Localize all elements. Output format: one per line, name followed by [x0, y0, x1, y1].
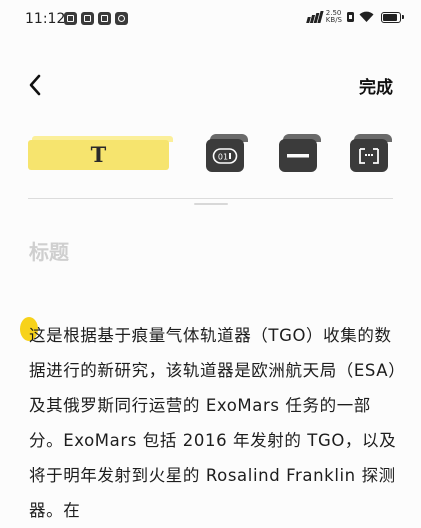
numbered-list-label: 01 — [218, 152, 228, 161]
video-app-icon — [115, 12, 128, 25]
formatting-toolbar: T 01 — [0, 130, 421, 180]
battery-level-fill — [383, 13, 397, 21]
net-speed-indicator: 2.50 KB/S — [326, 10, 342, 24]
signal-strength-icon — [305, 11, 324, 23]
editor-header: 完成 — [0, 64, 421, 108]
body-text-area[interactable]: 这是根据基于痕量气体轨道器（TGO）收集的数据进行的新研究，该轨道器是欧洲航天局… — [29, 318, 399, 528]
alarm-icon — [347, 12, 354, 22]
quote-block-icon — [359, 147, 379, 164]
gallery-app-icon — [81, 12, 94, 25]
message-app-icon — [98, 12, 111, 25]
notification-app-icon — [64, 12, 77, 25]
net-speed-unit: KB/S — [325, 16, 342, 24]
text-style-letter: T — [90, 142, 107, 167]
wifi-icon — [359, 11, 374, 22]
done-button[interactable]: 完成 — [359, 73, 393, 98]
numbered-list-icon: 01 — [212, 147, 238, 164]
drag-handle[interactable] — [194, 203, 228, 205]
battery-icon — [381, 11, 404, 23]
back-button[interactable] — [22, 72, 48, 98]
numbered-list-button[interactable]: 01 — [206, 134, 248, 172]
status-bar: 11:12 2.50 KB/S — [0, 0, 421, 38]
divider-line-icon — [287, 153, 309, 157]
status-indicators: 2.50 KB/S — [305, 10, 404, 24]
divider-button[interactable] — [279, 134, 321, 172]
status-app-icons — [64, 12, 128, 25]
title-input[interactable]: 标题 — [29, 236, 69, 265]
text-style-button[interactable]: T — [28, 136, 173, 170]
toolbar-divider — [28, 198, 393, 199]
status-time: 11:12 — [25, 11, 66, 27]
chevron-left-icon — [29, 74, 41, 96]
quote-button[interactable] — [350, 134, 392, 172]
